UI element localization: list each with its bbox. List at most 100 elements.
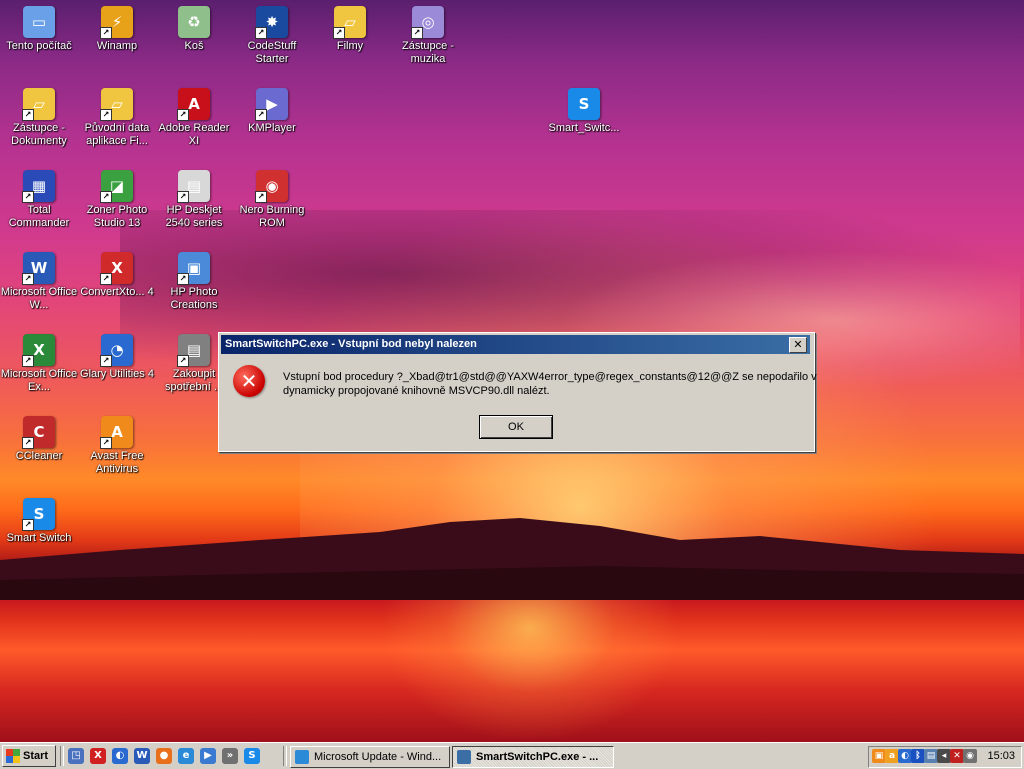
smart-switch-icon[interactable]: S [244,748,260,764]
shortcut-arrow-icon: ↗ [100,191,112,203]
smart-switch-icon: S ↗ [22,498,55,531]
firefox-icon[interactable]: ● [156,748,172,764]
error-icon-glyph: ✕ [240,369,258,393]
glary-utilities-icon: ◔ ↗ [100,334,133,367]
volume-icon[interactable]: ◂ [937,749,951,763]
bluetooth-icon[interactable]: ᛒ [911,749,925,763]
avast-tray-icon[interactable]: a [885,749,899,763]
desktop-icon-label: Avast Free Antivirus [90,450,144,475]
desktop-icon[interactable]: X ↗ Microsoft Office Ex... [0,334,78,394]
shortcut-arrow-icon: ↗ [100,437,112,449]
desktop-icon-label: KMPlayer [248,122,296,134]
wallpaper-water [0,600,1024,742]
shortcut-arrow-icon: ↗ [333,27,345,39]
convertxtodvd-icon: X ↗ [100,252,133,285]
glary-utilities-icon[interactable]: ◐ [112,748,128,764]
taskbar-separator [60,746,64,766]
desktop-icon[interactable]: ✸ ↗ CodeStuff Starter [233,6,311,66]
desktop-icon-label: Total Commander [8,204,70,229]
shortcut-arrow-icon: ↗ [22,519,34,531]
desktop-icon-label: Glary Utilities 4 [80,368,154,380]
desktop-icon[interactable]: ▱ ↗ Filmy [311,6,389,53]
desktop-icon-label: Nero Burning ROM [239,204,305,229]
desktop-icon[interactable]: C ↗ CCleaner [0,416,78,463]
avast-icon: A ↗ [100,416,133,449]
desktop-icon[interactable]: A ↗ Avast Free Antivirus [78,416,156,476]
music-disc-icon: ◎ ↗ [411,6,444,39]
desktop-icon[interactable]: X ↗ ConvertXto... 4 [78,252,156,299]
tray-app-icon[interactable]: ▣ [872,749,886,763]
desktop-icon-label: Winamp [96,40,138,52]
desktop-icon[interactable]: ⚡ ↗ Winamp [78,6,156,53]
network-icon[interactable]: ▤ [924,749,938,763]
desktop-icon[interactable]: S ↗ Smart Switch [0,498,78,545]
error-dialog[interactable]: SmartSwitchPC.exe - Vstupní bod nebyl na… [218,332,817,452]
convertxtodvd-icon[interactable]: X [90,748,106,764]
ok-button[interactable]: OK [479,415,553,439]
desktop-icon-label: CCleaner [15,450,63,462]
codestuff-starter-icon: ✸ ↗ [255,6,288,39]
shortcut-arrow-icon: ↗ [22,437,34,449]
hp-supplies-icon: ▤ ↗ [177,334,210,367]
application-window-icon [457,750,471,764]
zoner-photo-icon: ◪ ↗ [100,170,133,203]
shortcut-arrow-icon: ↗ [255,27,267,39]
show-desktop-icon[interactable]: ◳ [68,748,84,764]
network-disconnected-icon[interactable]: ✕ [950,749,964,763]
taskbar-button-label: SmartSwitchPC.exe - ... [476,751,599,763]
desktop-icon[interactable]: ◉ ↗ Nero Burning ROM [233,170,311,230]
shortcut-arrow-icon: ↗ [255,191,267,203]
desktop[interactable]: ▭ Tento počítač ⚡ ↗ Winamp ♻ Koš ✸ ↗ CodeStuff St… [0,0,1024,742]
shortcut-arrow-icon: ↗ [22,273,34,285]
internet-explorer-icon[interactable]: e [178,748,194,764]
system-tray: ▣ a ◐ ᛒ ▤ ◂ ✕ ◉ 15:03 [868,746,1022,768]
wallpaper-water-reflection [380,600,680,742]
start-button[interactable]: Start [2,745,56,767]
desktop-icon[interactable]: ▶ ↗ KMPlayer [233,88,311,135]
wallpaper-mountains [0,518,1024,610]
shortcut-arrow-icon: ↗ [100,27,112,39]
shortcut-arrow-icon: ↗ [22,355,34,367]
desktop-icon[interactable]: A ↗ Adobe Reader XI [155,88,233,148]
winamp-icon: ⚡ ↗ [100,6,133,39]
shortcut-arrow-icon: ↗ [411,27,423,39]
desktop-icon[interactable]: ◎ ↗ Zástupce - muzika [389,6,467,66]
clock[interactable]: 15:03 [987,750,1015,762]
desktop-icon[interactable]: ◔ ↗ Glary Utilities 4 [78,334,156,381]
desktop-icon[interactable]: ♻ Koš [155,6,233,53]
desktop-icon[interactable]: ▭ Tento počítač [0,6,78,53]
recycle-bin-icon: ♻ [178,6,210,38]
desktop-icon-label: Zoner Photo Studio 13 [86,204,148,229]
desktop-icon[interactable]: ▱ ↗ Zástupce - Dokumenty [0,88,78,148]
tray-app-icon[interactable]: ◉ [963,749,977,763]
desktop-icon[interactable]: ▱ ↗ Původní data aplikace Fi... [78,88,156,148]
dialog-title-bar[interactable]: SmartSwitchPC.exe - Vstupní bod nebyl na… [221,335,810,354]
computer-icon: ▭ [23,6,55,38]
quick-launch-expand-icon[interactable]: » [222,748,238,764]
start-label: Start [23,750,49,762]
desktop-icon[interactable]: ▤ ↗ HP Deskjet 2540 series [155,170,233,230]
desktop-icon[interactable]: S Smart_Switc... [545,88,623,135]
tray-app-icon[interactable]: ◐ [898,749,912,763]
shortcut-arrow-icon: ↗ [100,109,112,121]
desktop-icon-label: CodeStuff Starter [247,40,297,65]
media-player-icon[interactable]: ▶ [200,748,216,764]
desktop-icon[interactable]: W ↗ Microsoft Office W... [0,252,78,312]
desktop-icon-label: Microsoft Office Ex... [0,368,78,393]
desktop-icon-label: Smart_Switc... [548,122,620,134]
desktop-icon[interactable]: ▣ ↗ HP Photo Creations [155,252,233,312]
taskbar-button[interactable]: Microsoft Update - Wind... [290,746,450,768]
desktop-icon[interactable]: ◪ ↗ Zoner Photo Studio 13 [78,170,156,230]
documents-folder-icon: ▱ ↗ [22,88,55,121]
desktop-icon-label: HP Photo Creations [170,286,218,311]
word-icon[interactable]: W [134,748,150,764]
floppy-disk-icon: ▦ ↗ [22,170,55,203]
shortcut-arrow-icon: ↗ [100,355,112,367]
dialog-title: SmartSwitchPC.exe - Vstupní bod nebyl na… [225,338,477,350]
windows-logo-icon [6,749,20,763]
desktop-icon[interactable]: ▦ ↗ Total Commander [0,170,78,230]
taskbar-separator [283,746,287,766]
word-icon: W ↗ [22,252,55,285]
close-button[interactable]: ✕ [789,337,807,353]
taskbar-button[interactable]: SmartSwitchPC.exe - ... [452,746,614,768]
